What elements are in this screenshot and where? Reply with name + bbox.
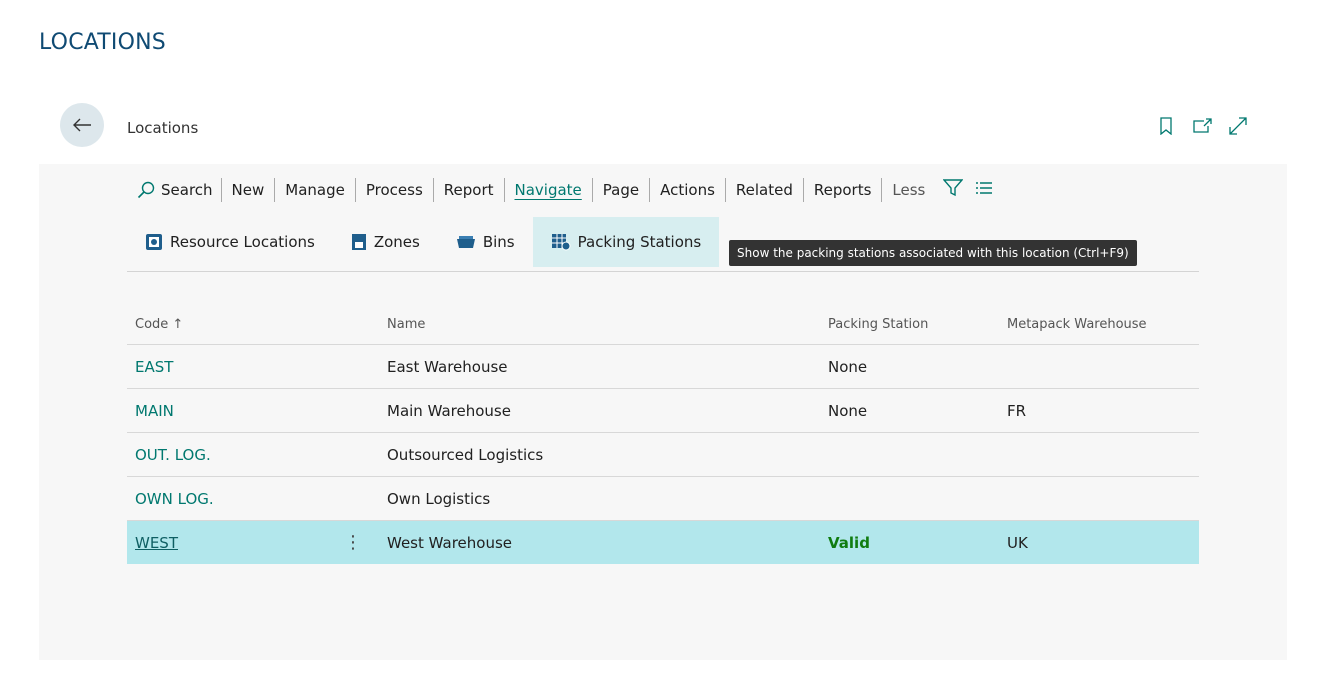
location-code-link[interactable]: OUT. LOG. — [135, 446, 211, 464]
zones-label: Zones — [373, 233, 420, 251]
bins-label: Bins — [482, 233, 515, 251]
expand-icon[interactable] — [1228, 116, 1248, 136]
action-bar: Search New Manage Process Report Navigat… — [127, 174, 993, 206]
locations-grid: Code ↑ Name Packing Station Metapack War… — [127, 304, 1199, 564]
page-header: Locations — [0, 100, 1328, 160]
page-action[interactable]: Page — [593, 181, 649, 199]
arrow-left-icon — [73, 118, 91, 132]
resource-locations-action[interactable]: Resource Locations — [127, 217, 333, 267]
bins-icon — [456, 236, 475, 248]
column-header-code-label: Code — [135, 316, 169, 332]
table-row[interactable]: MAIN Main Warehouse None FR — [127, 389, 1199, 433]
location-code-link[interactable]: MAIN — [135, 402, 174, 420]
zones-icon — [351, 234, 366, 250]
less-action[interactable]: Less — [882, 181, 935, 199]
location-code-link[interactable]: EAST — [135, 358, 173, 376]
navigate-action[interactable]: Navigate — [505, 181, 592, 199]
page-toolbar-icons — [1156, 116, 1248, 136]
metapack-warehouse-value: FR — [1007, 401, 1027, 420]
location-code-link[interactable]: WEST — [135, 534, 178, 552]
navigate-subactions: Resource Locations Zones Bins Packing St… — [127, 217, 720, 267]
divider — [127, 271, 1199, 272]
search-icon — [137, 181, 155, 199]
packing-stations-action[interactable]: Packing Stations — [532, 217, 720, 267]
content-panel: Search New Manage Process Report Navigat… — [39, 164, 1287, 660]
search-action[interactable]: Search — [127, 181, 221, 199]
location-name: East Warehouse — [387, 357, 508, 376]
sort-ascending-icon: ↑ — [172, 316, 184, 332]
reports-action[interactable]: Reports — [804, 181, 882, 199]
table-row-selected[interactable]: WEST ⋮ West Warehouse Valid UK — [127, 521, 1199, 564]
column-header-metapack-warehouse[interactable]: Metapack Warehouse — [1007, 317, 1199, 332]
filter-icon[interactable] — [942, 179, 964, 201]
row-context-menu-icon[interactable]: ⋮ — [327, 532, 379, 553]
location-name: Outsourced Logistics — [387, 445, 544, 464]
tooltip: Show the packing stations associated wit… — [729, 240, 1137, 266]
page-title: Locations — [127, 119, 199, 137]
location-name: Main Warehouse — [387, 401, 511, 420]
actions-action[interactable]: Actions — [650, 181, 725, 199]
column-header-packing-station[interactable]: Packing Station — [820, 317, 1007, 332]
location-name: West Warehouse — [387, 533, 513, 552]
packing-station-value: None — [828, 401, 868, 420]
action-icons — [935, 179, 993, 201]
table-row[interactable]: OWN LOG. Own Logistics — [127, 477, 1199, 521]
table-row[interactable]: EAST East Warehouse None — [127, 345, 1199, 389]
bookmark-icon[interactable] — [1156, 116, 1176, 136]
packing-stations-label: Packing Stations — [577, 233, 702, 251]
search-label: Search — [161, 181, 213, 199]
metapack-warehouse-value: UK — [1007, 533, 1028, 552]
open-new-window-icon[interactable] — [1192, 116, 1212, 136]
zones-action[interactable]: Zones — [333, 217, 438, 267]
report-action[interactable]: Report — [434, 181, 504, 199]
column-header-name[interactable]: Name — [379, 317, 820, 332]
page-heading: LOCATIONS — [39, 30, 166, 55]
grid-header: Code ↑ Name Packing Station Metapack War… — [127, 304, 1199, 345]
packing-station-value: Valid — [828, 533, 870, 552]
resource-location-icon — [146, 234, 162, 250]
list-view-icon[interactable] — [975, 181, 993, 199]
packing-station-value: None — [828, 357, 868, 376]
related-action[interactable]: Related — [726, 181, 803, 199]
back-button[interactable] — [60, 103, 104, 147]
location-code-link[interactable]: OWN LOG. — [135, 490, 214, 508]
column-header-code[interactable]: Code ↑ — [127, 317, 327, 332]
table-row[interactable]: OUT. LOG. Outsourced Logistics — [127, 433, 1199, 477]
new-action[interactable]: New — [222, 181, 275, 199]
bins-action[interactable]: Bins — [438, 217, 533, 267]
process-action[interactable]: Process — [356, 181, 433, 199]
manage-action[interactable]: Manage — [275, 181, 355, 199]
location-name: Own Logistics — [387, 489, 491, 508]
packing-station-icon — [551, 234, 571, 251]
resource-locations-label: Resource Locations — [170, 233, 315, 251]
